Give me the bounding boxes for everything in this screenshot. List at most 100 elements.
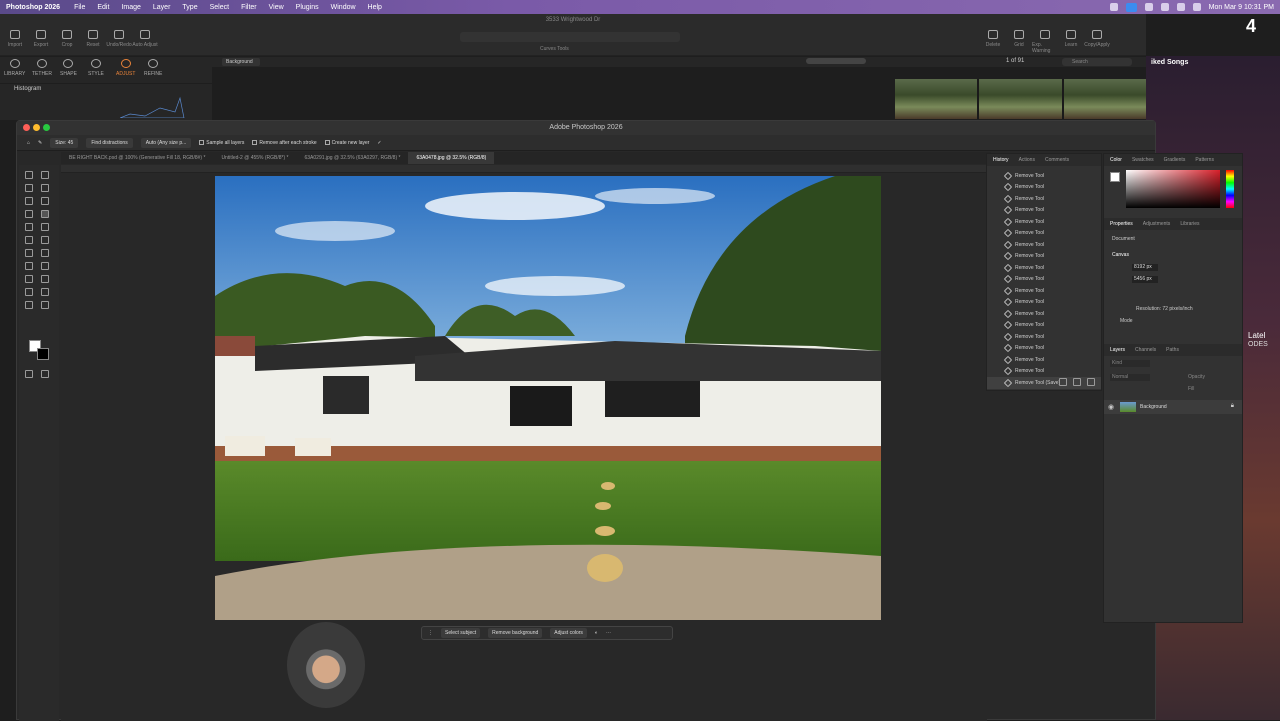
more-options-icon[interactable]: ⋯ (606, 630, 611, 636)
canvas-width-field[interactable]: 8192 px (1132, 264, 1158, 271)
brush-tool-icon[interactable] (25, 223, 33, 231)
type-tool-icon[interactable] (25, 275, 33, 283)
history-state[interactable]: Remove Tool (987, 297, 1101, 309)
history-brush-tool-icon[interactable] (25, 236, 33, 244)
history-state[interactable]: Remove Tool (987, 205, 1101, 217)
layer-name[interactable]: Background (1140, 404, 1167, 410)
wifi-icon[interactable] (1160, 3, 1169, 11)
stamp-tool-icon[interactable] (41, 223, 49, 231)
drag-handle-icon[interactable]: ⋮ (428, 630, 433, 636)
lasso-tool-icon[interactable] (25, 184, 33, 192)
history-state[interactable]: Remove Tool (987, 274, 1101, 286)
eyedropper-tool-icon[interactable] (25, 210, 33, 218)
tab-patterns[interactable]: Patterns (1195, 157, 1214, 163)
home-icon[interactable]: ⌂ (27, 140, 30, 146)
mode-dropdown[interactable]: Auto (Any size p... (140, 137, 192, 148)
reset-button[interactable]: Reset (80, 30, 106, 48)
history-state[interactable]: Remove Tool (987, 366, 1101, 378)
tab-history[interactable]: History (993, 157, 1009, 163)
history-state[interactable]: Remove Tool (987, 331, 1101, 343)
frame-tool-icon[interactable] (41, 197, 49, 205)
magic-wand-tool-icon[interactable] (41, 184, 49, 192)
tab-actions[interactable]: Actions (1019, 157, 1035, 163)
history-state[interactable]: Remove Tool (987, 320, 1101, 332)
tab-comments[interactable]: Comments (1045, 157, 1069, 163)
auto-adjust-button[interactable]: Auto Adjust (132, 30, 158, 48)
pen-tool-icon[interactable] (41, 262, 49, 270)
tab-color[interactable]: Color (1110, 157, 1122, 163)
snapshot-icon[interactable] (1059, 378, 1067, 386)
tab-libraries[interactable]: Libraries (1180, 221, 1199, 227)
tab-doc-4[interactable]: 63A0478.jpg @ 32.5% (RGB/8) (408, 152, 495, 164)
menu-edit[interactable]: Edit (97, 4, 109, 11)
background-color-swatch[interactable] (37, 348, 49, 360)
menu-window[interactable]: Window (331, 4, 356, 11)
menu-app-name[interactable]: Photoshop 2026 (6, 4, 60, 11)
module-tether[interactable]: TETHER (32, 59, 52, 77)
history-state[interactable]: Remove Tool (987, 308, 1101, 320)
import-button[interactable]: Import (2, 30, 28, 48)
history-state[interactable]: Remove Tool (987, 285, 1101, 297)
exposure-warning-button[interactable]: Exp. Warning (1032, 30, 1058, 54)
tab-layers[interactable]: Layers (1110, 347, 1125, 353)
menu-help[interactable]: Help (368, 4, 382, 11)
adjust-colors-button[interactable]: Adjust colors (550, 628, 587, 638)
film-thumbnail[interactable] (895, 79, 978, 119)
tab-doc-1[interactable]: BE RIGHT BACK.psd @ 100% (Generative Fil… (61, 152, 213, 164)
layer-select[interactable]: Background (222, 58, 260, 66)
edit-toolbar-icon[interactable] (41, 301, 49, 309)
mask-icon[interactable]: ◐ (595, 630, 598, 636)
eraser-tool-icon[interactable] (41, 236, 49, 244)
history-state[interactable]: Remove Tool (987, 354, 1101, 366)
remove-tool-icon[interactable] (41, 210, 49, 218)
curve-tools[interactable] (460, 32, 680, 42)
menu-view[interactable]: View (269, 4, 284, 11)
color-picker-field[interactable] (1126, 170, 1220, 208)
blur-tool-icon[interactable] (41, 249, 49, 257)
brush-size[interactable]: Size: 45 (50, 137, 79, 148)
zoom-slider[interactable] (806, 58, 866, 64)
module-style[interactable]: STYLE (88, 59, 104, 77)
learn-button[interactable]: Learn (1058, 30, 1084, 54)
dodge-tool-icon[interactable] (25, 262, 33, 270)
recording-icon[interactable] (1125, 2, 1137, 12)
trash-icon[interactable] (1087, 378, 1095, 386)
lock-icon[interactable]: 🔒︎ (1231, 403, 1234, 410)
crop-tool-icon[interactable] (25, 197, 33, 205)
delete-button[interactable]: Delete (980, 30, 1006, 54)
history-state[interactable]: Remove Tool (987, 251, 1101, 263)
module-refine[interactable]: REFINE (144, 59, 162, 77)
select-subject-button[interactable]: Select subject (441, 628, 481, 638)
eye-icon[interactable]: ◉ (1108, 403, 1114, 411)
history-state[interactable]: Remove Tool (987, 262, 1101, 274)
camera-icon[interactable] (1073, 378, 1081, 386)
menu-filter[interactable]: Filter (241, 4, 257, 11)
apply-check-icon[interactable]: ✓ (377, 140, 381, 146)
minimize-button[interactable] (33, 124, 40, 131)
history-state[interactable]: Remove Tool (987, 228, 1101, 240)
module-shape[interactable]: SHAPE (60, 59, 77, 77)
tab-paths[interactable]: Paths (1166, 347, 1179, 353)
tab-doc-2[interactable]: Untitled-2 @ 455% (RGB/8*) * (213, 152, 296, 164)
tab-channels[interactable]: Channels (1135, 347, 1156, 353)
create-new-layer-checkbox[interactable]: Create new layer (324, 140, 369, 146)
remove-after-stroke-checkbox[interactable]: Remove after each stroke (252, 140, 317, 146)
blend-mode-select[interactable]: Normal (1110, 374, 1150, 381)
history-state[interactable]: Remove Tool (987, 193, 1101, 205)
sample-all-layers-checkbox[interactable]: Sample all layers (199, 140, 244, 146)
shape-tool-icon[interactable] (25, 288, 33, 296)
layer-row-background[interactable]: ◉ Background 🔒︎ (1104, 400, 1242, 414)
status-icon[interactable] (1144, 3, 1153, 11)
find-distractions-button[interactable]: Find distractions (86, 137, 133, 148)
history-state[interactable]: Remove Tool (987, 182, 1101, 194)
tab-swatches[interactable]: Swatches (1132, 157, 1154, 163)
maximize-button[interactable] (43, 124, 50, 131)
tab-doc-3[interactable]: 63A0291.jpg @ 32.5% (63A0297, RGB/8) * (296, 152, 408, 164)
film-thumbnail[interactable] (979, 79, 1062, 119)
layer-kind-filter[interactable]: Kind (1110, 360, 1150, 367)
crop-button[interactable]: Crop (54, 30, 80, 48)
screen-mode-icon[interactable] (41, 370, 49, 378)
zoom-tool-icon[interactable] (25, 301, 33, 309)
undo-redo-button[interactable]: Undo/Redo (106, 30, 132, 48)
hand-tool-icon[interactable] (41, 288, 49, 296)
